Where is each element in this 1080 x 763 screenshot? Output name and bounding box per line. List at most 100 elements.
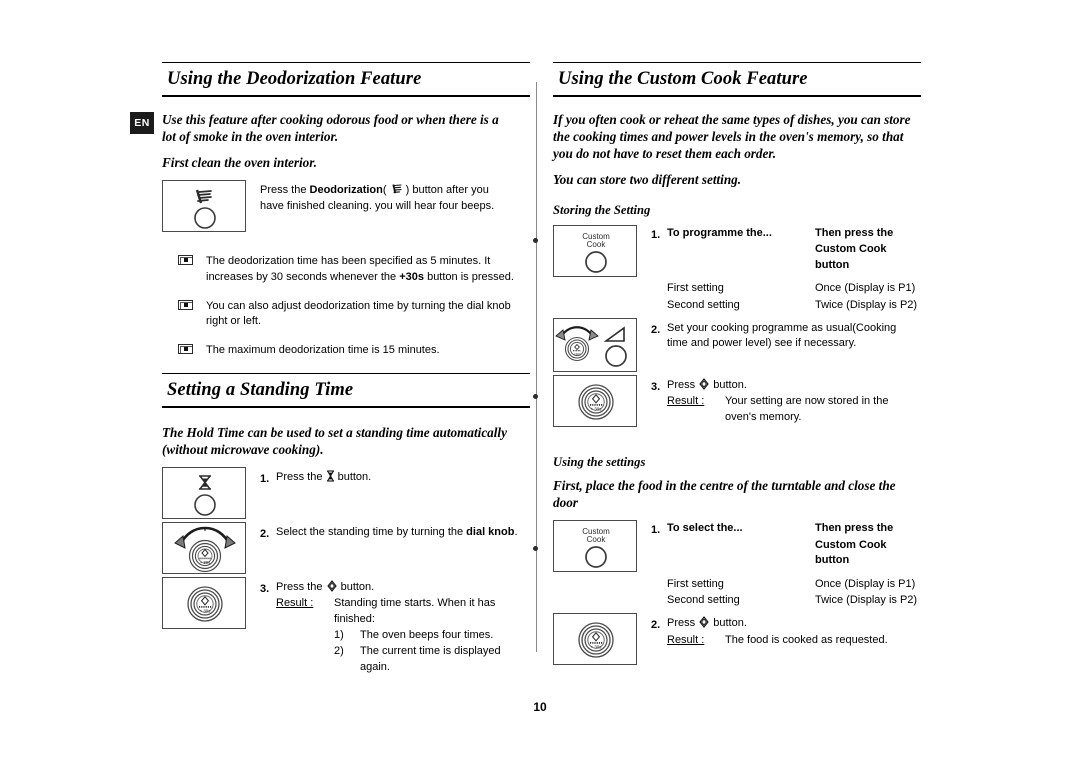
- start-button-icon: + 30s: [187, 586, 223, 622]
- note-bullet-icon: [162, 254, 206, 266]
- step-text-b: button.: [334, 470, 372, 483]
- step-number: 2.: [651, 323, 661, 336]
- svg-text:+ 30s: + 30s: [591, 645, 603, 650]
- row2-col2: Twice (Display is P2): [815, 299, 918, 312]
- table-row: Second setting Twice (Display is P2): [667, 298, 921, 315]
- start-inline-icon: [326, 579, 337, 592]
- row2-col1: Second setting: [667, 594, 740, 607]
- standing-time-step-3-text: 3. Press the button. Result : Standing t…: [246, 577, 530, 676]
- sub-text: The oven beeps four times.: [360, 628, 494, 641]
- start-inline-icon: [699, 377, 709, 390]
- col1-header: To select the...: [667, 521, 743, 534]
- header-rule-bottom: [162, 405, 530, 408]
- result-sublist: 1) The oven beeps four times. 2) The cur…: [334, 628, 530, 676]
- note-1-bold: +30s: [399, 271, 425, 284]
- custom-cook-step-3-text: 3. Press button. Result : Your setting a…: [637, 375, 921, 426]
- power-level-illustration: +30s: [553, 317, 637, 372]
- section-header-custom-cook: Using the Custom Cook Feature: [553, 62, 921, 97]
- press-the-label: Press the: [260, 184, 310, 197]
- row2-col1: Second setting: [667, 299, 740, 312]
- start-inline-icon: [699, 616, 709, 628]
- standing-time-step-3: + 30s 3. Press the button. Result: Stan…: [162, 576, 530, 676]
- custom-cook-intro-2: You can store two different setting.: [553, 172, 742, 188]
- table-row: First setting Once (Display is P1): [667, 281, 921, 298]
- svg-text:+ 30s: + 30s: [200, 560, 210, 565]
- select-setting-table: To select the... Then press the Custom C…: [667, 521, 921, 610]
- custom-cook-step-3: + 30s 3. Press button. Result: Your set…: [553, 374, 921, 427]
- step-text-a: Press the: [276, 580, 326, 593]
- step-text-b: button.: [337, 580, 375, 593]
- header-rule-bottom: [162, 95, 530, 97]
- binding-dot: [533, 546, 538, 551]
- table-row: Custom Cook button: [667, 242, 921, 274]
- deodorization-notes: The deodorization time has been specifie…: [162, 254, 530, 358]
- standing-time-step-2: + 30s 2. Select the standing time by tur…: [162, 521, 530, 574]
- step-number: 3.: [260, 582, 270, 595]
- sub-marker: 2): [334, 644, 344, 657]
- col2-header-line2: Custom Cook button: [815, 243, 887, 271]
- table-row: First setting Once (Display is P1): [667, 577, 921, 594]
- using-settings-step-2-text: 2. Press button. Result : The food is co…: [637, 613, 921, 648]
- paren-open: (: [382, 184, 390, 197]
- step-number: 1.: [651, 523, 661, 536]
- step-number: 3.: [651, 380, 661, 393]
- custom-cook-button-icon: Custom Cook: [582, 232, 610, 273]
- programme-table: To programme the... Then press the Custo…: [667, 226, 921, 315]
- deodorization-icon: [194, 190, 216, 230]
- section-title: Using the Custom Cook Feature: [558, 69, 808, 89]
- deodorization-inline-icon: [392, 184, 402, 194]
- section-title: Using the Deodorization Feature: [167, 69, 422, 89]
- result-text: Your setting are now stored in the oven'…: [725, 395, 889, 423]
- step-2-text: Set your cooking programme as usual(Cook…: [667, 321, 897, 350]
- note-bullet-icon: [162, 343, 206, 354]
- hourglass-icon: [194, 475, 216, 516]
- step-text-b: button.: [710, 617, 747, 630]
- svg-text:+ 30s: + 30s: [591, 406, 603, 411]
- using-settings-intro: First, place the food in the centre of t…: [553, 477, 896, 510]
- deodorization-step-text: Press the Deodorization( ) button after …: [246, 180, 530, 214]
- hourglass-inline-icon: [326, 470, 334, 482]
- subheading-storing-setting: Storing the Setting: [553, 202, 651, 217]
- sub-marker: 1): [334, 628, 344, 641]
- using-settings-step-2: + 30s 2. Press button. Result: The food…: [553, 613, 921, 666]
- right-column: Using the Custom Cook Feature If you oft…: [553, 62, 921, 667]
- list-item: 2) The current time is displayed again.: [334, 644, 530, 676]
- result-label: Result :: [667, 633, 705, 646]
- result-text: The food is cooked as requested.: [725, 633, 888, 646]
- custom-cook-step-1: Custom Cook 1. To programme the... Then …: [553, 224, 921, 315]
- subheading-using-settings: Using the settings: [553, 454, 646, 469]
- sub-text: The current time is displayed again.: [360, 644, 501, 673]
- step-text-a: Press: [667, 378, 699, 391]
- start-button-illustration: + 30s: [162, 576, 246, 629]
- standing-time-step-2-text: 2. Select the standing time by turning t…: [246, 522, 530, 541]
- using-settings-step-1: Custom Cook 1. To select the... Then pre…: [553, 519, 921, 610]
- header-rule-bottom: [553, 95, 921, 97]
- page-number: 10: [533, 700, 547, 714]
- standing-time-step-1-text: 1. Press the button.: [246, 467, 530, 486]
- svg-text:+30s: +30s: [573, 352, 581, 356]
- note-item: The maximum deodorization time is 15 min…: [162, 343, 530, 359]
- note-2-text: You can also adjust deodorization time b…: [206, 299, 511, 328]
- start-button-illustration: + 30s: [553, 613, 637, 666]
- using-settings-step-1-text: 1. To select the... Then press the Custo…: [637, 520, 921, 610]
- note-1-text-b: button is pressed.: [424, 271, 514, 284]
- dial-and-power-level-icon: +30s: [555, 325, 627, 367]
- custom-cook-button-illustration: Custom Cook: [553, 224, 637, 277]
- hold-time-button-illustration: [162, 466, 246, 519]
- col2-header-line1: Then press the: [815, 521, 894, 534]
- step-text-a: Press the: [276, 470, 326, 483]
- custom-cook-step-2: +30s 2. Set your cooking programme as us…: [553, 317, 921, 372]
- deodorization-step: Press the Deodorization( ) button after …: [162, 180, 530, 233]
- table-row: Second setting Twice (Display is P2): [667, 593, 921, 610]
- table-row: Custom Cook button: [667, 538, 921, 570]
- col2-header-line1: Then press the: [815, 226, 894, 239]
- custom-cook-intro-1: If you often cook or reheat the same typ…: [553, 112, 911, 162]
- table-row: To programme the... Then press the: [667, 226, 921, 243]
- start-button-illustration: + 30s: [553, 374, 637, 427]
- step-text-a: Select the standing time by turning the: [276, 525, 467, 538]
- row1-col1: First setting: [667, 282, 724, 295]
- standing-time-intro: The Hold Time can be used to set a stand…: [162, 424, 507, 457]
- svg-text:Cook: Cook: [587, 535, 607, 544]
- row2-col2: Twice (Display is P2): [815, 594, 918, 607]
- result-label: Result :: [667, 395, 705, 408]
